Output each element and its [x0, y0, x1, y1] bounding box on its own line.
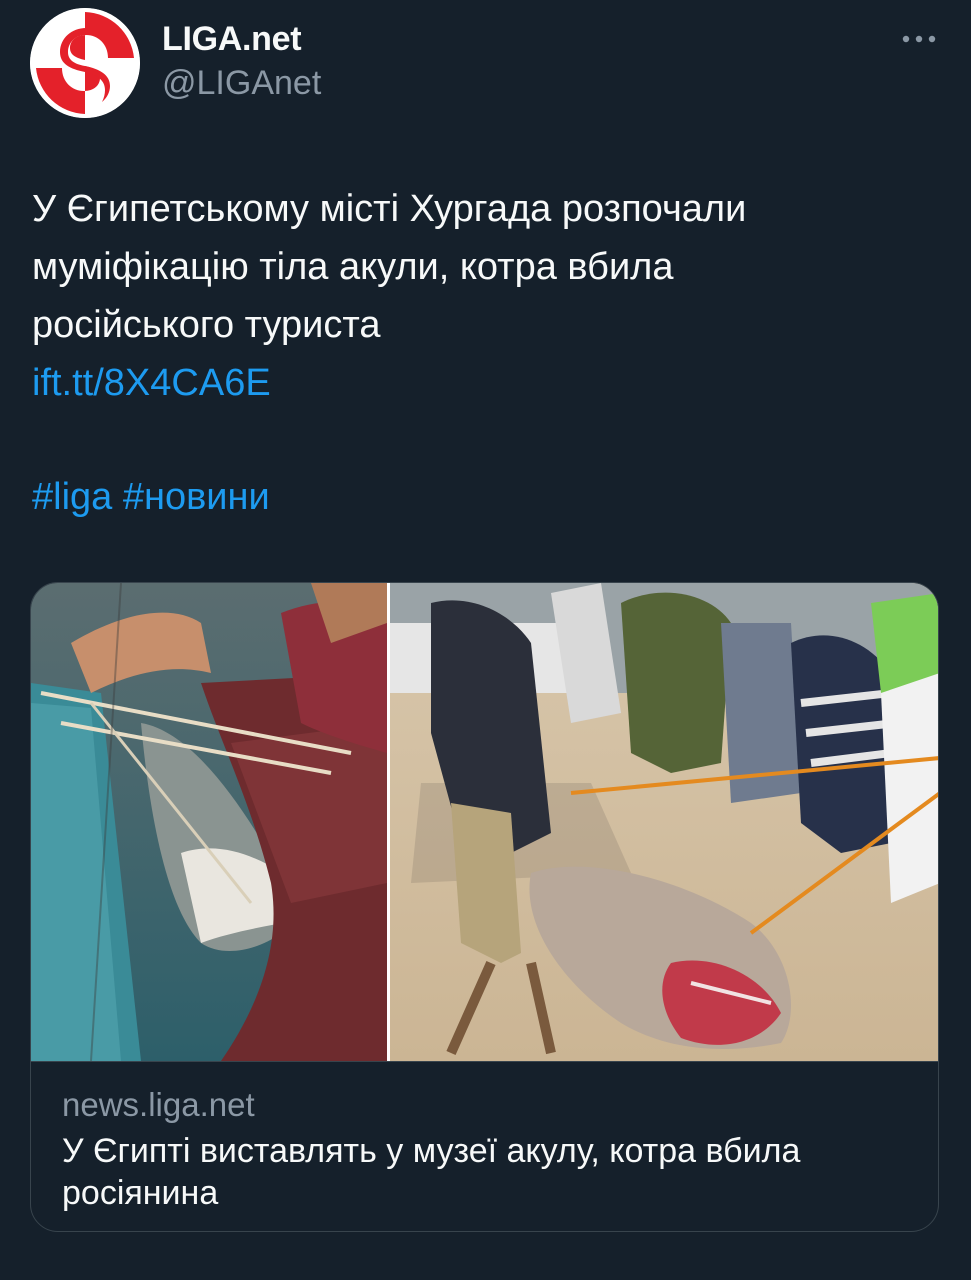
avatar[interactable] [30, 8, 140, 118]
hashtags: #liga #новини [32, 468, 270, 526]
link-preview-card[interactable]: news.liga.net У Єгипті виставлять у музе… [30, 582, 939, 1232]
author-display-name[interactable]: LIGA.net [162, 20, 302, 59]
author-handle[interactable]: @LIGAnet [162, 64, 321, 103]
card-title: У Єгипті виставлять у музеї акулу, котра… [62, 1130, 912, 1214]
card-title-line: У Єгипті виставлять у музеї акулу, котра… [62, 1132, 801, 1170]
right-photo [390, 583, 938, 1061]
tweet-text-line: муміфікацію тіла акули, котра вбила [32, 246, 674, 288]
tweet-link[interactable]: ift.tt/8X4CA6E [32, 354, 932, 412]
liga-logo-icon [30, 8, 140, 118]
tweet-text-line: У Єгипетському місті Хургада розпочали [32, 188, 747, 230]
card-title-line: росіянина [62, 1174, 219, 1212]
hashtag-novyny[interactable]: #новини [123, 476, 270, 518]
hashtag-liga[interactable]: #liga [32, 476, 112, 518]
card-meta: news.liga.net У Єгипті виставлять у музе… [31, 1061, 938, 1231]
card-domain: news.liga.net [62, 1086, 255, 1123]
tweet-text-line: російського туриста [32, 304, 381, 346]
left-photo [31, 583, 387, 1061]
card-image[interactable] [31, 583, 938, 1061]
tweet: LIGA.net @LIGAnet У Єгипетському місті Х… [0, 0, 971, 1280]
more-horizontal-icon [902, 35, 936, 43]
tweet-text: У Єгипетському місті Хургада розпочали м… [32, 180, 932, 412]
more-button[interactable] [896, 24, 942, 54]
card-photo [31, 583, 938, 1061]
